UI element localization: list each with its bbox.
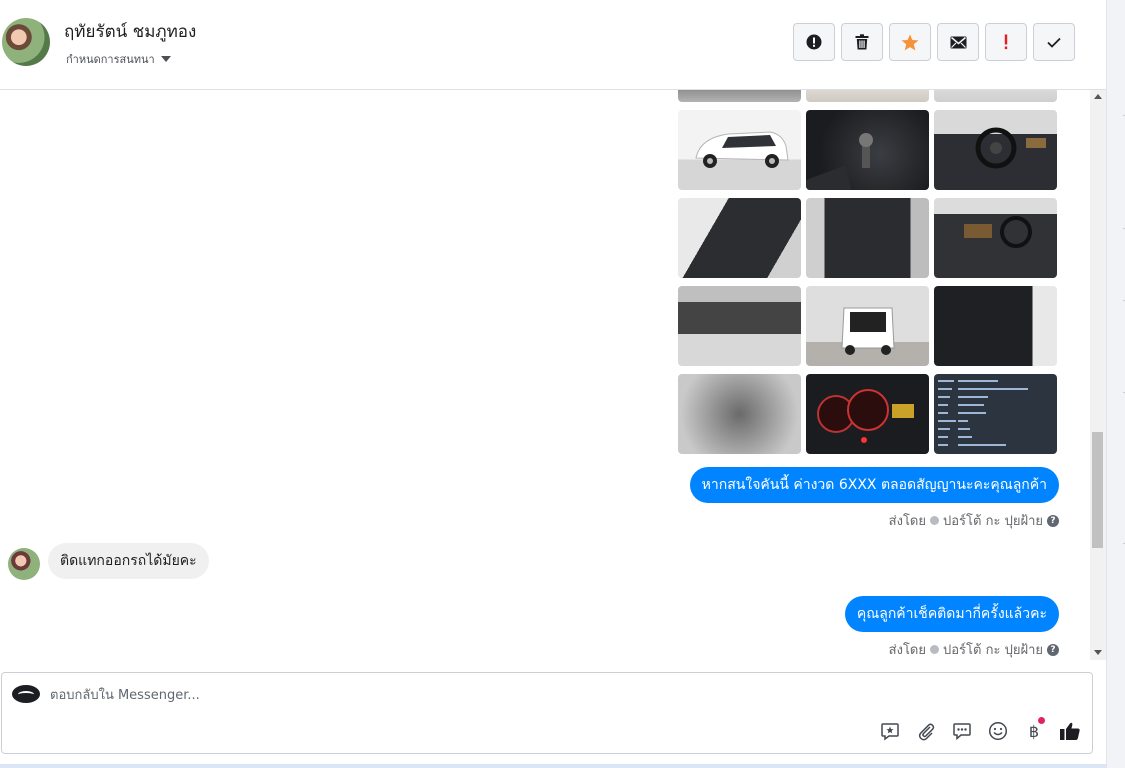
photo-partial-top-3[interactable] [934,90,1057,102]
emoji-button[interactable] [986,719,1010,743]
outgoing-message[interactable]: คุณลูกค้าเช็คติดมากี่ครั้งแล้วคะ [844,596,1059,632]
window-right-edge [1106,0,1125,768]
sent-by-label: ส่งโดย [888,514,926,529]
message-thread[interactable]: หากสนใจคันนี้ ค่างวด 6XXX ตลอดสัญญานะคะค… [0,90,1106,660]
window-bottom-edge [0,764,1106,768]
like-button[interactable] [1058,719,1082,743]
photo-grid [678,90,1058,455]
photo-third-row-seats[interactable] [678,286,801,366]
exclamation-icon [1004,34,1008,50]
trash-icon [855,34,869,50]
baht-payment-icon: ฿ [1028,721,1040,741]
reply-input[interactable] [50,683,750,707]
star-icon [901,34,919,50]
dash-illustration [964,216,1032,248]
composer-tools: ฿ [878,717,1082,743]
emoji-icon [988,721,1008,741]
scroll-down-arrow-icon[interactable] [1094,650,1102,655]
help-icon[interactable]: ? [1047,514,1059,527]
caret-down-icon [160,56,171,62]
alert-icon [806,34,822,50]
thumbs-up-icon [1060,722,1080,740]
photo-front-seats[interactable] [678,198,801,278]
sent-by-label: ส่งโดย [888,643,926,658]
photo-white-van-exterior[interactable] [678,110,801,190]
contact-avatar[interactable] [2,18,50,66]
photo-partial-top-2[interactable] [806,90,929,102]
thread-scrollbar[interactable] [1090,90,1106,660]
cluster-illustration [817,389,914,443]
attachment-icon [918,723,935,741]
sent-by-info: ส่งโดย ปอร์โต้ กะ ปุยฝ้าย ? [889,639,1059,660]
photo-gear-shift-console[interactable] [806,110,929,190]
outgoing-message[interactable]: หากสนใจคันนี้ ค่างวด 6XXX ตลอดสัญญานะคะค… [689,467,1059,503]
contact-name[interactable]: ฤทัยรัตน์ ชมภูทอง [64,18,196,45]
notification-dot [1038,717,1045,724]
header-actions [793,23,1075,61]
chat-bubble-icon [953,723,971,741]
mark-done-button[interactable] [1033,23,1075,61]
envelope-icon [950,36,966,48]
photo-rear-seats[interactable] [806,198,929,278]
trunk-illustration [841,307,895,355]
saved-reply-icon [881,723,899,741]
conversation-header: ฤทัยรัตน์ ชมภูทอง กำหนดการสนทนา [0,0,1106,90]
page-dot-icon [930,645,939,654]
photo-partial-top-1[interactable] [678,90,801,102]
photo-door-panel[interactable] [934,286,1057,366]
quick-replies-button[interactable] [950,719,974,743]
scroll-thumb[interactable] [1092,432,1103,548]
assign-conversation-dropdown[interactable]: กำหนดการสนทนา [66,50,171,68]
steering-illustration [975,127,1046,169]
scroll-up-arrow-icon[interactable] [1094,94,1102,99]
payment-button[interactable]: ฿ [1022,717,1046,743]
page-dot-icon [930,516,939,525]
photo-rear-open-trunk[interactable] [806,286,929,366]
photo-dashboard-interior[interactable] [934,198,1057,278]
delete-button[interactable] [841,23,883,61]
page-logo-avatar [12,685,40,703]
incoming-message[interactable]: ติดแทกออกรถได้มัยคะ [48,543,209,579]
mark-unread-button[interactable] [937,23,979,61]
sender-name: ปอร์โต้ กะ ปุยฝ้าย [943,643,1043,658]
contact-small-avatar[interactable] [8,548,40,580]
photo-engine-bay[interactable] [678,374,801,454]
document-illustration [938,380,1028,446]
console-illustration [806,133,873,190]
van-illustration [695,131,789,168]
photo-instrument-cluster[interactable] [806,374,929,454]
check-icon [1047,37,1061,48]
attach-button[interactable] [914,719,938,743]
sender-name: ปอร์โต้ กะ ปุยฝ้าย [943,514,1043,529]
saved-reply-button[interactable] [878,719,902,743]
photo-vehicle-details-doc[interactable] [934,374,1057,454]
help-icon[interactable]: ? [1047,643,1059,656]
assign-label: กำหนดการสนทนา [66,53,155,66]
mark-spam-button[interactable] [793,23,835,61]
reply-composer: ฿ [1,672,1093,754]
photo-dashboard-steering-wheel[interactable] [934,110,1057,190]
sent-by-info: ส่งโดย ปอร์โต้ กะ ปุยฝ้าย ? [889,510,1059,531]
follow-up-button[interactable] [985,23,1027,61]
star-button[interactable] [889,23,931,61]
